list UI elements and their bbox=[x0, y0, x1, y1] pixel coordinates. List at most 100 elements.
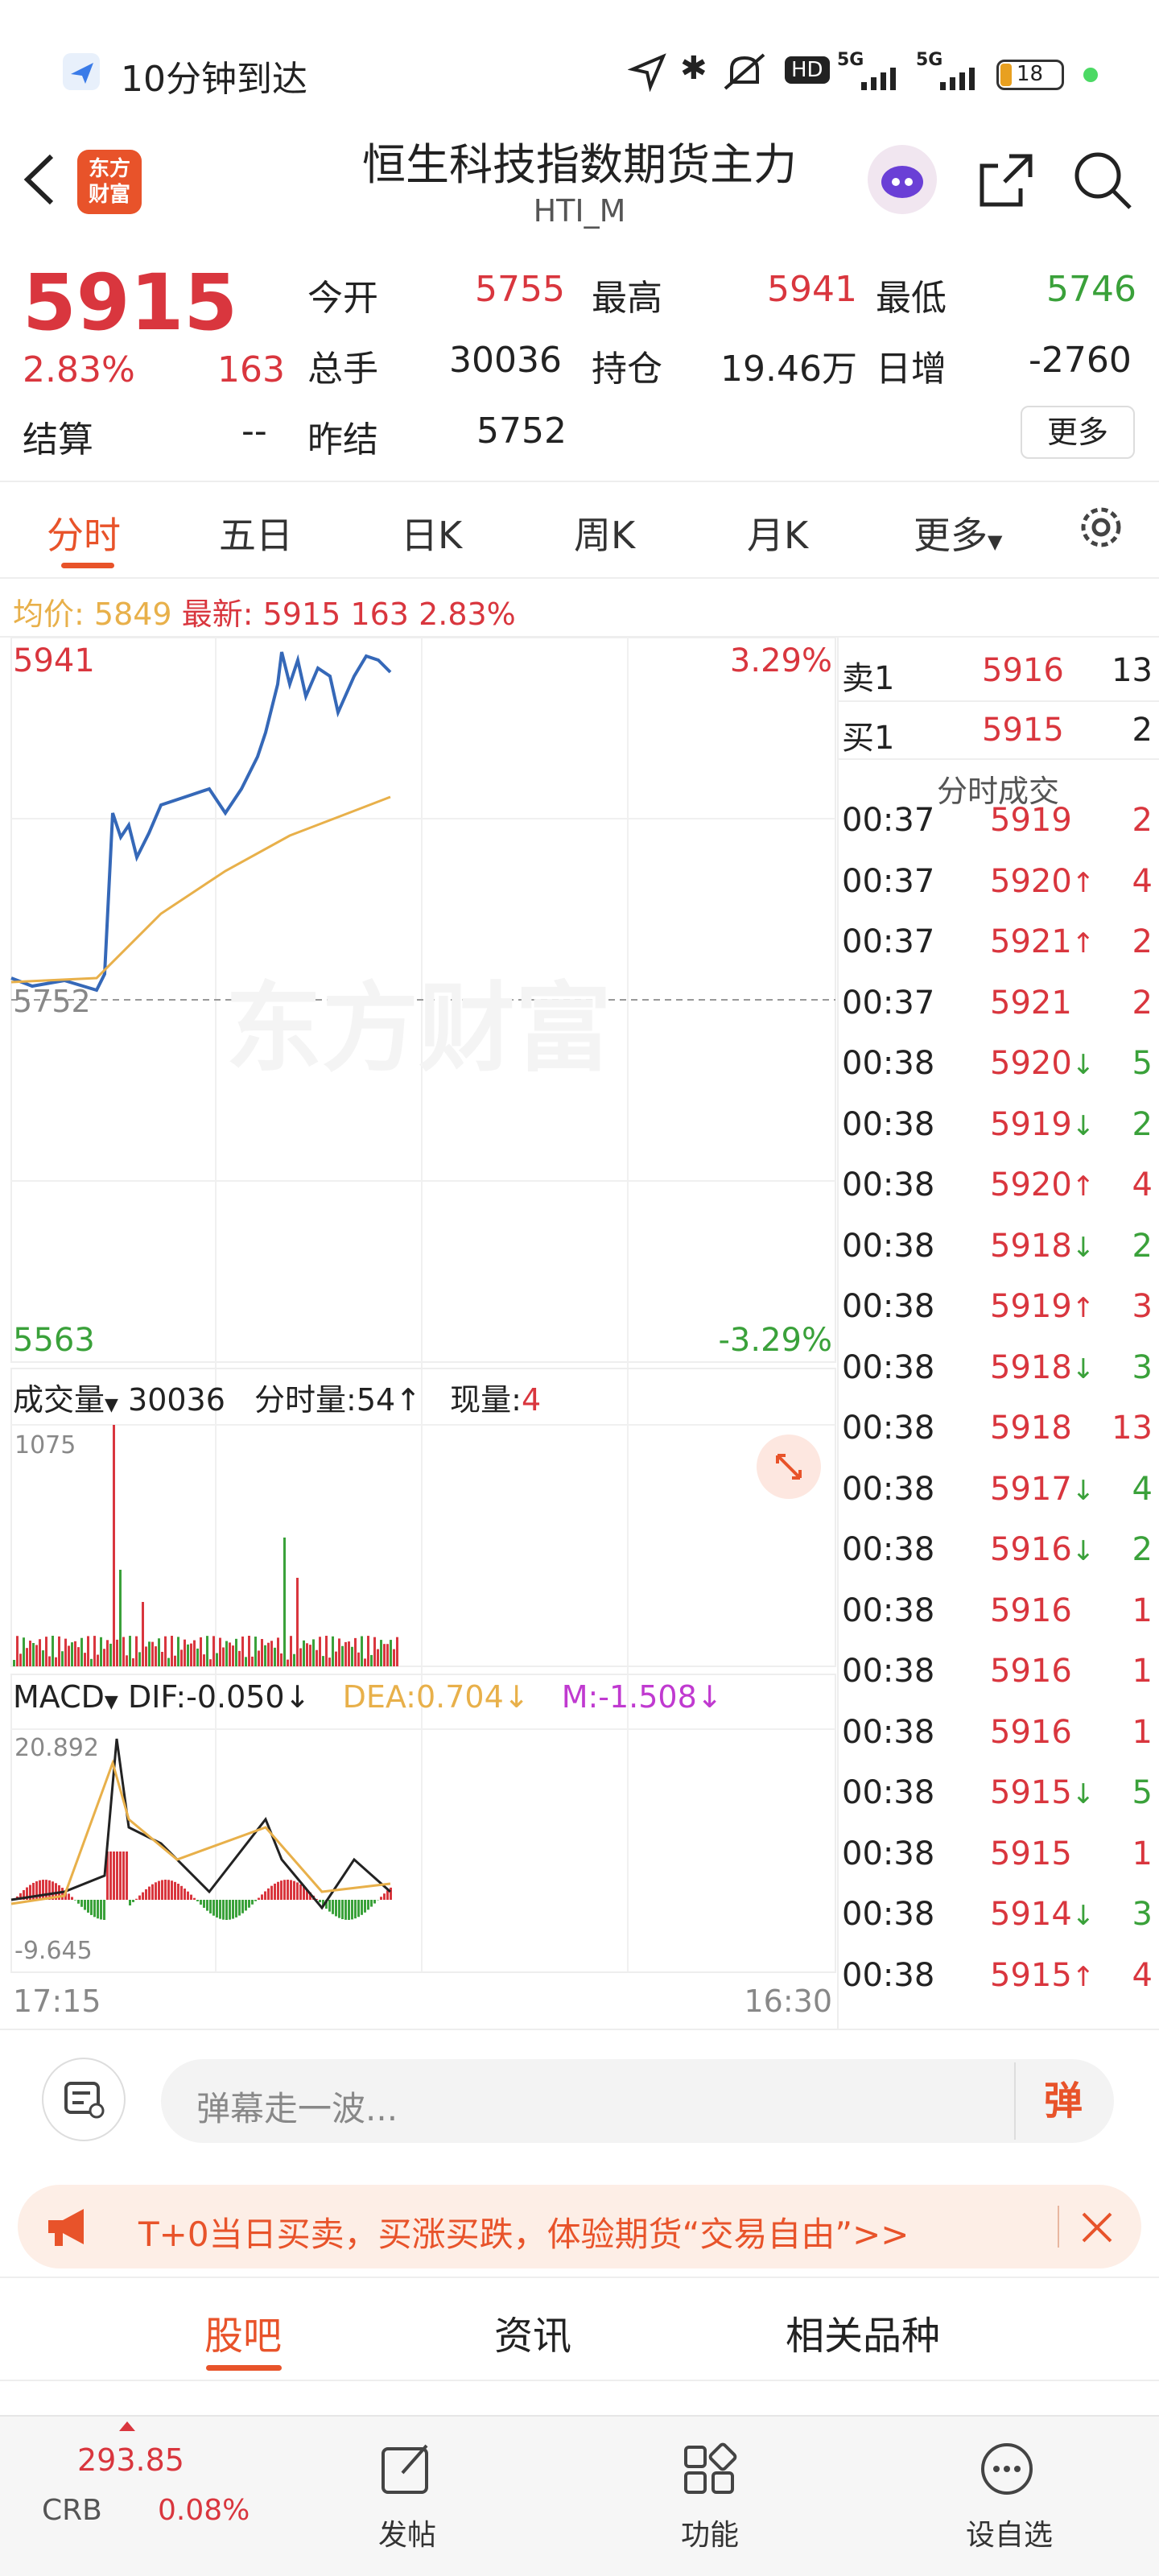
dropdown-icon[interactable]: ▼ bbox=[105, 1395, 118, 1415]
volume-total: 30036 bbox=[128, 1382, 225, 1418]
assistant-robot-icon[interactable] bbox=[868, 145, 937, 214]
comment-settings-icon[interactable] bbox=[42, 2058, 126, 2141]
search-icon[interactable] bbox=[1070, 148, 1135, 216]
trades-panel: 卖1 5916 13 买1 5915 2 分时成交 00:37 5919 2 00:3… bbox=[837, 636, 1159, 2029]
danmaku-input[interactable]: 弹幕走一波... 弹 bbox=[161, 2059, 1114, 2143]
volume-bar bbox=[203, 1654, 205, 1666]
trade-price: 5920↑ bbox=[990, 862, 1095, 900]
volume-bar bbox=[129, 1636, 131, 1666]
tab-weekly-k[interactable]: 周K bbox=[574, 506, 635, 559]
trade-time: 00:38 bbox=[842, 1166, 935, 1203]
macd-bar bbox=[145, 1889, 147, 1900]
volume-bar bbox=[270, 1641, 273, 1666]
tab-five-day[interactable]: 五日 bbox=[219, 506, 293, 559]
dropdown-icon[interactable]: ▼ bbox=[105, 1692, 118, 1712]
volume-bar bbox=[90, 1658, 93, 1666]
macd-bar bbox=[364, 1900, 366, 1913]
chart-svg bbox=[10, 637, 836, 1973]
macd-bar bbox=[103, 1900, 105, 1920]
share-icon[interactable] bbox=[974, 148, 1038, 216]
volume-bar bbox=[319, 1637, 321, 1666]
dropdown-icon: ▼ bbox=[988, 530, 1003, 553]
trade-arrow-icon: ↓ bbox=[1071, 1900, 1095, 1932]
trade-row: 00:37 5920↑ 4 bbox=[837, 863, 1159, 924]
macd-bar bbox=[328, 1900, 331, 1912]
volume-bar bbox=[196, 1648, 199, 1666]
volume-bar bbox=[42, 1650, 44, 1666]
macd-label: MACD bbox=[13, 1679, 105, 1715]
more-button[interactable]: 更多 bbox=[1021, 406, 1135, 459]
more-dots-icon[interactable] bbox=[979, 2441, 1035, 2500]
crb-value[interactable]: 293.85 bbox=[77, 2442, 184, 2478]
trade-time: 00:38 bbox=[842, 1591, 935, 1629]
hd-icon: HD bbox=[785, 56, 830, 84]
macd-bar bbox=[338, 1900, 340, 1918]
macd-bar bbox=[229, 1900, 231, 1920]
post-label[interactable]: 发帖 bbox=[378, 2512, 436, 2553]
volume-bar bbox=[142, 1602, 144, 1666]
volume-bar bbox=[164, 1636, 167, 1666]
volume-bar bbox=[261, 1639, 263, 1666]
danmaku-send-button[interactable]: 弹 bbox=[1014, 2062, 1111, 2140]
bluetooth-icon: ✱ bbox=[680, 50, 707, 87]
price-line bbox=[10, 651, 392, 993]
trade-row: 00:37 5921 2 bbox=[837, 985, 1159, 1046]
macd-bar bbox=[251, 1900, 254, 1905]
tab-related[interactable]: 相关品种 bbox=[786, 2304, 940, 2360]
trade-volume: 2 bbox=[1132, 1105, 1153, 1143]
settings-icon[interactable] bbox=[1075, 502, 1127, 556]
trade-volume: 4 bbox=[1132, 1470, 1153, 1508]
trade-time: 00:38 bbox=[842, 1956, 935, 1994]
macd-max: 20.892 bbox=[14, 1734, 99, 1762]
volume-bar bbox=[306, 1643, 308, 1666]
function-icon[interactable] bbox=[681, 2441, 737, 2500]
tab-monthly-k[interactable]: 月K bbox=[747, 506, 808, 559]
tab-more[interactable]: 更多▼ bbox=[914, 506, 1002, 559]
arrow-down-icon: ↓ bbox=[503, 1679, 530, 1715]
tab-guba[interactable]: 股吧 bbox=[204, 2304, 282, 2360]
macd-bar bbox=[68, 1893, 70, 1900]
trade-volume: 4 bbox=[1132, 862, 1153, 900]
expand-icon[interactable] bbox=[757, 1435, 821, 1499]
intraday-chart[interactable]: 东方财富 5941 3.29% 5752 5563 -3.29% 成交量▼ 30… bbox=[0, 636, 837, 2029]
volume-bar bbox=[393, 1649, 395, 1666]
trade-time: 00:38 bbox=[842, 1774, 935, 1811]
macd-bar bbox=[354, 1900, 357, 1919]
trade-volume: 2 bbox=[1132, 1227, 1153, 1265]
volume-bar bbox=[348, 1641, 350, 1666]
volume-bar bbox=[386, 1644, 389, 1666]
trade-arrow-icon: ↓ bbox=[1071, 1778, 1095, 1810]
location-icon bbox=[627, 52, 668, 95]
trade-price: 5921↑ bbox=[990, 923, 1095, 960]
volume-bar bbox=[390, 1640, 392, 1666]
watchlist-label[interactable]: 设自选 bbox=[966, 2512, 1053, 2553]
promo-banner[interactable]: T+0当日买卖，买涨买跌，体验期货“交易自由”>> bbox=[18, 2185, 1141, 2268]
function-label[interactable]: 功能 bbox=[681, 2512, 739, 2553]
post-icon[interactable] bbox=[378, 2441, 435, 2500]
tab-intraday[interactable]: 分时 bbox=[47, 506, 121, 559]
trade-time: 00:38 bbox=[842, 1653, 935, 1690]
trade-row: 00:38 5919↓ 2 bbox=[837, 1106, 1159, 1167]
close-icon[interactable] bbox=[1075, 2206, 1119, 2252]
y-axis-mid: 5752 bbox=[13, 984, 91, 1019]
trade-volume: 5 bbox=[1132, 1045, 1153, 1082]
volume-bar bbox=[370, 1654, 373, 1666]
macd-min: -9.645 bbox=[14, 1937, 93, 1965]
latest-pct: 2.83% bbox=[419, 597, 516, 632]
volume-bar bbox=[280, 1653, 283, 1666]
volume-bar bbox=[58, 1636, 60, 1666]
trade-price: 5919 bbox=[990, 802, 1072, 839]
volume-bar bbox=[238, 1650, 241, 1666]
volume-bar bbox=[380, 1640, 382, 1666]
volume-bar bbox=[325, 1636, 328, 1666]
macd-header: MACD▼ DIF:-0.050↓ DEA:0.704↓ M:-1.508↓ bbox=[13, 1679, 723, 1715]
tab-daily-k[interactable]: 日K bbox=[401, 506, 462, 559]
macd-bar bbox=[357, 1900, 360, 1918]
volume-bar bbox=[312, 1639, 315, 1666]
macd-bar bbox=[132, 1900, 134, 1902]
tab-news[interactable]: 资讯 bbox=[494, 2304, 571, 2360]
volume-bar bbox=[80, 1637, 83, 1666]
trade-time: 00:38 bbox=[842, 1227, 935, 1265]
trade-volume: 5 bbox=[1132, 1774, 1153, 1811]
pct-axis-low: -3.29% bbox=[718, 1322, 832, 1359]
